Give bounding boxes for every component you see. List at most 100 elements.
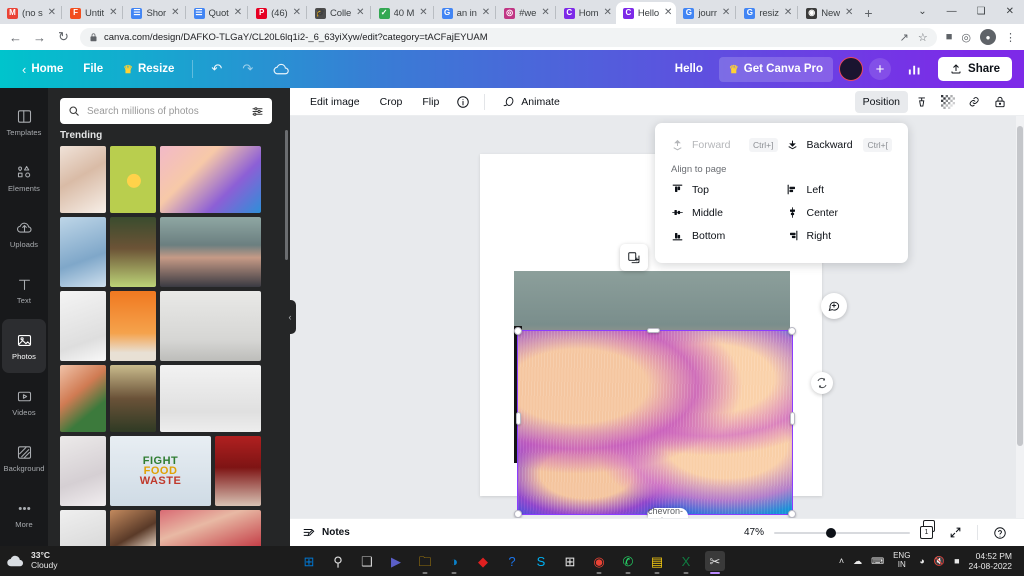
keyboard-icon[interactable]: ⌨ (871, 556, 884, 567)
position-button[interactable]: Position (854, 90, 908, 113)
start-button[interactable]: ⊞ (299, 551, 319, 571)
gray-photo[interactable] (60, 510, 106, 546)
panel-collapse-button[interactable]: ‹ (284, 300, 296, 334)
dancing-woman-photo[interactable] (60, 436, 106, 506)
share-icon[interactable]: ↗ (900, 31, 909, 44)
browser-tab[interactable]: P (46) ✕ (249, 2, 305, 24)
reload-icon[interactable]: ↻ (56, 29, 71, 45)
fruit-green-photo[interactable] (110, 146, 156, 213)
sidebar-item-text[interactable]: Text (0, 263, 48, 317)
mushroom-photo[interactable] (160, 146, 261, 213)
search-bar[interactable] (60, 98, 272, 124)
browser-tab[interactable]: ☰ Shor ✕ (124, 2, 183, 24)
fullscreen-button[interactable] (943, 521, 967, 545)
child-frame-photo[interactable] (60, 365, 106, 432)
snipping-tool-icon[interactable]: ✂ (705, 551, 725, 574)
duplicate-button[interactable] (620, 244, 648, 271)
panel-scrollbar[interactable] (285, 130, 288, 260)
browser-tab[interactable]: Gresiz ✕ (737, 2, 796, 24)
resize-handle-bottom-left[interactable] (514, 510, 522, 518)
browser-tab[interactable]: C Hom ✕ (557, 2, 616, 24)
forward-item[interactable]: Forward Ctrl+] (667, 133, 782, 157)
chrome-icon[interactable]: ◉ (589, 551, 609, 574)
file-explorer-icon[interactable]: 🗀 (415, 551, 435, 574)
star-icon[interactable]: ☆ (918, 31, 928, 44)
weather-widget[interactable]: 33°C Cloudy (31, 550, 57, 571)
edge-icon[interactable]: ◑ (444, 551, 464, 574)
two-women-photo[interactable] (160, 510, 261, 546)
align-bottom-item[interactable]: Bottom (667, 224, 782, 247)
home-button[interactable]: ‹ Home (12, 57, 73, 82)
close-icon[interactable]: ✕ (292, 8, 301, 18)
mushroom-image-selected[interactable] (517, 330, 793, 515)
clock[interactable]: 04:52 PM 24-08-2022 (969, 551, 1012, 571)
checkerboard-button[interactable] (936, 90, 960, 114)
extension-icon[interactable]: ◎ (961, 31, 971, 44)
dancers-photo[interactable] (160, 291, 261, 361)
align-left-item[interactable]: Left (782, 178, 897, 201)
resize-handle-left[interactable] (516, 412, 521, 425)
link-button[interactable] (962, 90, 986, 114)
quiz-icon[interactable]: ? (502, 551, 522, 571)
store-icon[interactable]: ⊞ (560, 551, 580, 571)
align-center-item[interactable]: Center (782, 201, 897, 224)
wifi-icon[interactable]: ◕ (919, 556, 924, 566)
resize-handle-right[interactable] (790, 412, 795, 425)
sidebar-item-background[interactable]: Background (0, 431, 48, 485)
page-expand-tab[interactable]: chevron-up-icon (648, 506, 688, 518)
lock-button[interactable] (988, 90, 1012, 114)
tray-chevron-icon[interactable]: ˄ (839, 556, 844, 566)
resize-handle-top-right[interactable] (788, 327, 796, 335)
close-icon[interactable]: ✕ (233, 8, 242, 18)
profile-icon[interactable]: ● (980, 29, 996, 45)
help-button[interactable] (988, 521, 1012, 545)
add-comment-button[interactable] (821, 293, 847, 319)
browser-tab[interactable]: ◉ New ✕ (799, 2, 857, 24)
resize-handle-top-left[interactable] (514, 327, 522, 335)
white-shoes-photo[interactable] (60, 291, 106, 361)
notes-button[interactable]: Notes (302, 526, 350, 540)
restaurant-photo[interactable] (110, 365, 156, 432)
zoom-slider-knob[interactable] (826, 527, 836, 538)
powerbi-icon[interactable]: ▤ (647, 551, 667, 574)
menu-icon[interactable]: ⋮ (1005, 31, 1016, 44)
close-icon[interactable]: ✕ (783, 8, 792, 18)
minimize-button[interactable]: — (937, 0, 967, 24)
sliders-icon[interactable] (251, 105, 264, 118)
whatsapp-icon[interactable]: ✆ (618, 551, 638, 574)
share-button[interactable]: Share (938, 57, 1012, 81)
resize-button[interactable]: ♛ Resize (113, 58, 184, 81)
align-right-item[interactable]: Right (782, 224, 897, 247)
redo-button[interactable]: ↷ (232, 56, 263, 82)
info-button[interactable] (451, 90, 475, 114)
search-icon[interactable]: ⚲ (328, 551, 348, 571)
excel-icon[interactable]: X (676, 551, 696, 574)
puzzle-icon[interactable]: ■ (946, 31, 953, 43)
animate-button[interactable]: Animate (494, 90, 568, 114)
browser-tab-active[interactable]: C Hello ✕ (615, 2, 677, 24)
three-friends-photo[interactable] (160, 217, 261, 287)
sidebar-item-uploads[interactable]: Uploads (0, 207, 48, 261)
close-button[interactable]: ✕ (996, 0, 1024, 24)
orange-still-photo[interactable] (110, 291, 156, 361)
acrobat-icon[interactable]: ◆ (473, 551, 493, 571)
language-indicator[interactable]: ENG IN (893, 551, 910, 570)
close-icon[interactable]: ✕ (47, 8, 56, 18)
denim-photo[interactable] (60, 217, 106, 287)
align-top-item[interactable]: Top (667, 178, 782, 201)
edit-image-button[interactable]: Edit image (302, 91, 368, 113)
teams-icon[interactable]: ▶ (386, 551, 406, 571)
sidebar-item-videos[interactable]: Videos (0, 375, 48, 429)
rotate-handle[interactable] (811, 372, 833, 394)
close-icon[interactable]: ✕ (721, 8, 730, 18)
volume-mute-icon[interactable]: 🔇 (934, 556, 945, 567)
flip-button[interactable]: Flip (414, 91, 447, 113)
close-icon[interactable]: ✕ (844, 8, 853, 18)
crop-button[interactable]: Crop (372, 91, 411, 113)
skype-icon[interactable]: S (531, 551, 551, 571)
zoom-slider[interactable] (774, 527, 910, 538)
tab-search-icon[interactable]: ⌄ (908, 0, 936, 24)
sidebar-item-elements[interactable]: Elements (0, 151, 48, 205)
boombox-photo[interactable] (160, 365, 261, 432)
close-icon[interactable]: ✕ (170, 8, 179, 18)
